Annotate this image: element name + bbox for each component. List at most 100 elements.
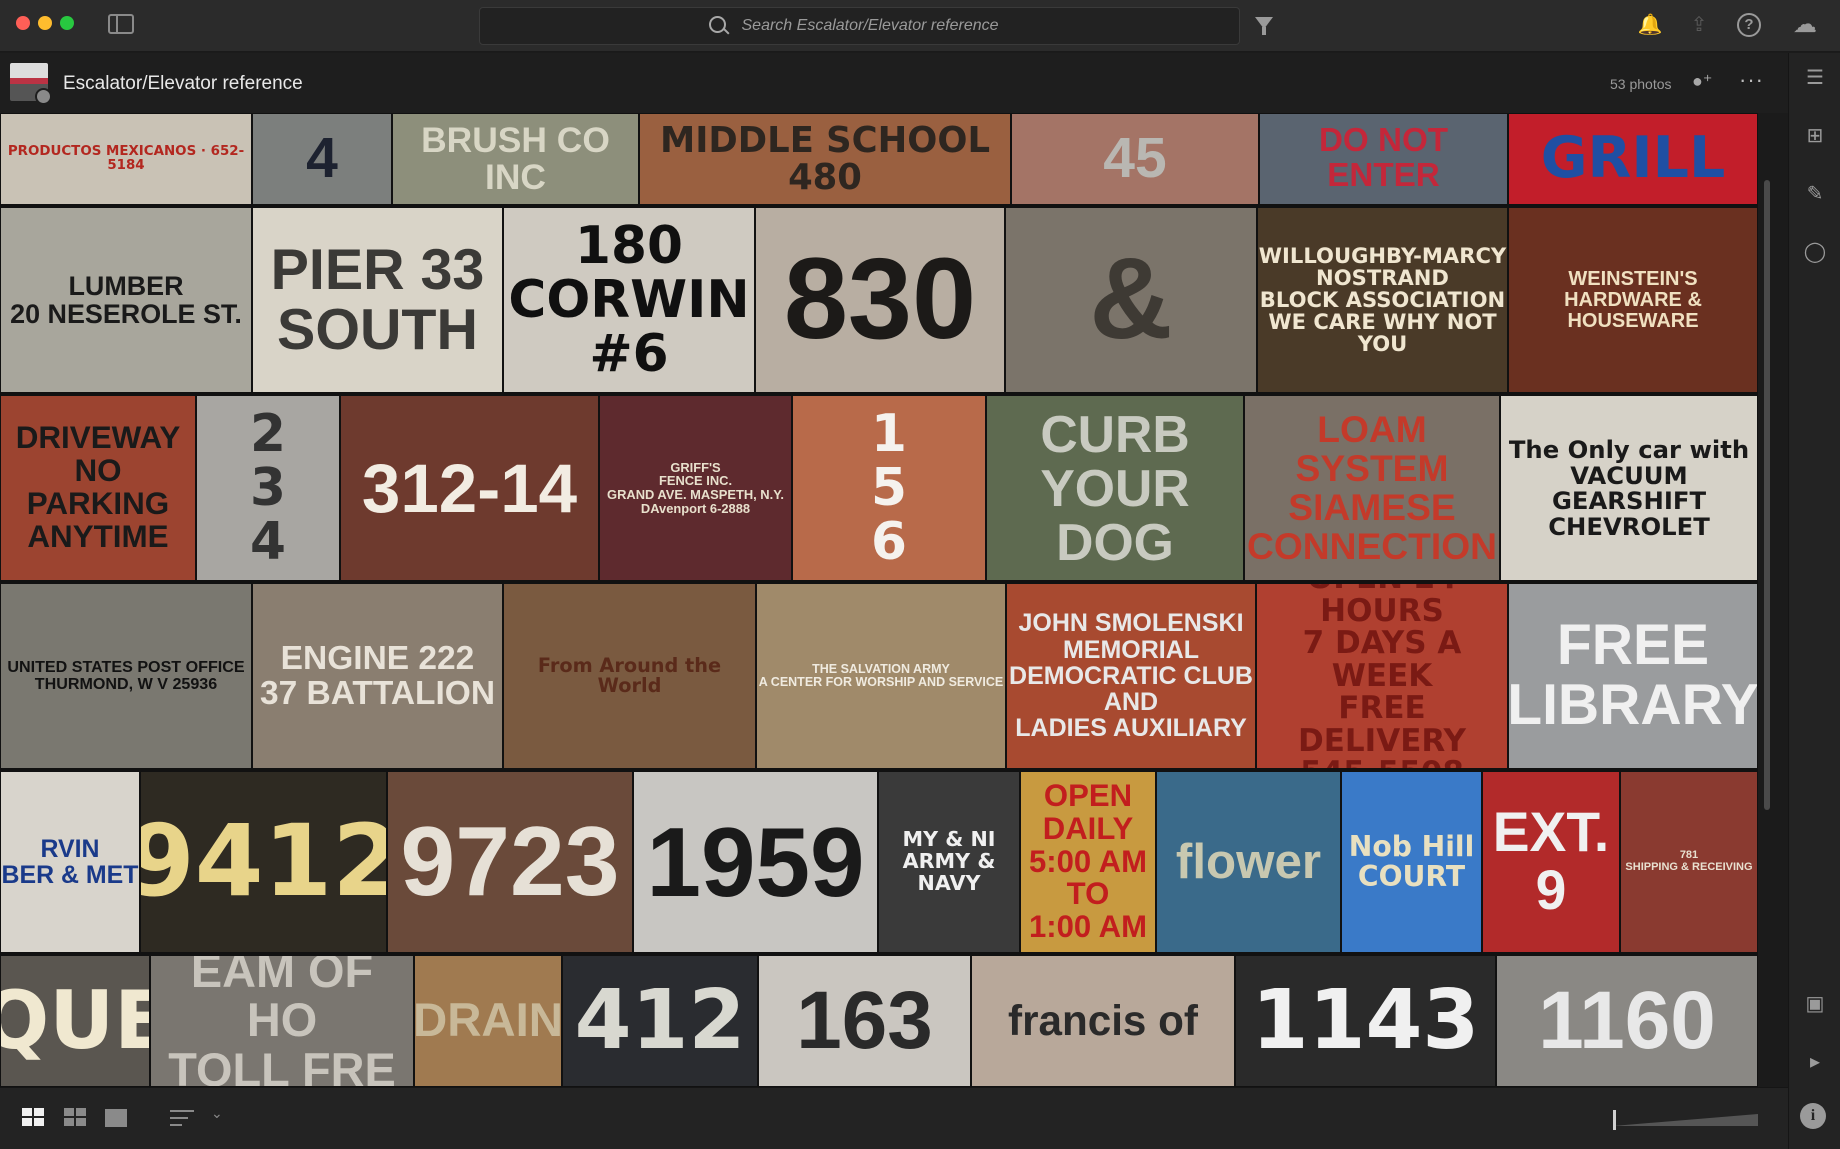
photo-sign-text: 1160 [1538, 975, 1716, 1067]
slider-thumb[interactable] [1613, 1110, 1616, 1130]
chevron-down-icon[interactable]: ⌄ [211, 1105, 223, 1122]
photo-thumbnail[interactable]: 781 SHIPPING & RECEIVING [1620, 771, 1758, 953]
photo-sign-text: WEINSTEIN'S HARDWARE & HOUSEWARE [1564, 267, 1702, 332]
photo-thumbnail[interactable]: & [1005, 207, 1257, 393]
people-icon[interactable]: ●⁺ [1692, 71, 1714, 93]
window-close-button[interactable] [16, 16, 30, 30]
photo-thumbnail[interactable]: GRIFF'S FENCE INC. GRAND AVE. MASPETH, N… [599, 395, 792, 581]
photo-thumbnail[interactable]: RVIN BER & MET [0, 771, 140, 953]
more-options-icon[interactable]: ··· [1739, 67, 1764, 93]
masking-icon[interactable]: ◯ [1802, 239, 1828, 265]
window-maximize-button[interactable] [60, 16, 74, 30]
photo-sign-text: The Only car with VACUUM GEARSHIFT CHEVR… [1508, 435, 1750, 541]
photo-sign-text: 9723 [400, 806, 620, 917]
photo-sign-text: OPEN 24 HOURS 7 DAYS A WEEK FREE DELIVER… [1298, 584, 1466, 768]
photo-thumbnail[interactable]: 163 [758, 955, 971, 1087]
photo-thumbnail[interactable]: THE SALVATION ARMY A CENTER FOR WORSHIP … [756, 583, 1006, 769]
photo-thumbnail[interactable]: The Only car with VACUUM GEARSHIFT CHEVR… [1500, 395, 1758, 581]
grid-large-view-icon[interactable] [64, 1108, 88, 1128]
photo-thumbnail[interactable]: PIER 33 SOUTH [252, 207, 503, 393]
photo-thumbnail[interactable]: OPEN DAILY 5:00 AM TO 1:00 AM [1020, 771, 1156, 953]
photo-thumbnail[interactable]: francis of [971, 955, 1235, 1087]
photo-sign-text: THE SALVATION ARMY A CENTER FOR WORSHIP … [758, 661, 1004, 689]
photo-thumbnail[interactable]: 45 [1011, 113, 1259, 205]
photo-thumbnail[interactable]: 2 3 4 [196, 395, 340, 581]
photo-thumbnail[interactable]: DRIVEWAY NO PARKING ANYTIME [0, 395, 196, 581]
photo-sign-text: PIER 33 SOUTH [270, 237, 485, 362]
photo-thumbnail[interactable]: ENGINE 222 37 BATTALION [252, 583, 503, 769]
photo-thumbnail[interactable]: UNITED STATES POST OFFICE THURMOND, W V … [0, 583, 252, 769]
photo-thumbnail[interactable]: EXT. 9 [1482, 771, 1620, 953]
photo-thumbnail[interactable]: From Around the World [503, 583, 756, 769]
photo-thumbnail[interactable]: WEINSTEIN'S HARDWARE & HOUSEWARE [1508, 207, 1758, 393]
photo-thumbnail[interactable]: JOHN SMOLENSKI MEMORIAL DEMOCRATIC CLUB … [1006, 583, 1256, 769]
photo-sign-text: & [1089, 235, 1173, 364]
photo-sign-text: FREE LIBRARY [1508, 613, 1758, 737]
photo-thumbnail[interactable]: PRODUCTOS MEXICANOS · 652-5184 [0, 113, 252, 205]
photo-thumbnail[interactable]: MIDDLE SCHOOL 480 [639, 113, 1011, 205]
info-icon[interactable]: i [1800, 1103, 1826, 1129]
photo-sign-text: 1959 [646, 806, 865, 917]
photo-thumbnail[interactable]: DO NOT ENTER [1259, 113, 1508, 205]
photo-sign-text: QUE [1, 974, 149, 1067]
search-bar[interactable] [479, 7, 1240, 45]
photo-thumbnail[interactable]: 4 [252, 113, 392, 205]
photo-sign-text: 1143 [1251, 973, 1480, 1069]
photo-thumbnail[interactable]: GRILL [1508, 113, 1758, 205]
healing-icon[interactable]: ✎ [1802, 181, 1828, 207]
photo-thumbnail[interactable]: LOAM SYSTEM SIAMESE CONNECTION [1244, 395, 1500, 581]
comment-icon[interactable]: ▣ [1802, 991, 1828, 1017]
photo-thumbnail[interactable]: CURB YOUR DOG [986, 395, 1244, 581]
window-minimize-button[interactable] [38, 16, 52, 30]
edit-sliders-icon[interactable]: ☰ [1802, 65, 1828, 91]
photo-sign-text: MY & NI ARMY & NAVY [902, 827, 996, 895]
photo-thumbnail[interactable]: DRAIN [414, 955, 562, 1087]
photo-thumbnail[interactable]: LUMBER 20 NESEROLE ST. [0, 207, 252, 393]
photo-thumbnail[interactable]: Nob Hill COURT [1341, 771, 1482, 953]
bell-icon[interactable]: 🔔 [1637, 12, 1663, 38]
album-cover-thumbnail[interactable] [10, 63, 52, 105]
photo-sign-text: LOAM SYSTEM SIAMESE CONNECTION [1247, 407, 1497, 568]
photo-thumbnail[interactable]: MY & NI ARMY & NAVY [878, 771, 1020, 953]
photo-sign-text: From Around the World [537, 653, 722, 697]
sidebar-toggle-icon[interactable] [108, 14, 134, 34]
photo-sign-text: 781 SHIPPING & RECEIVING [1625, 849, 1753, 873]
search-input[interactable] [741, 17, 1012, 35]
crop-icon[interactable]: ⊞ [1802, 123, 1828, 149]
tag-icon[interactable]: ▸ [1802, 1049, 1828, 1075]
photo-sign-text: francis of [1008, 996, 1198, 1044]
photo-sign-text: DRAIN [414, 994, 562, 1048]
photo-sign-text: MIDDLE SCHOOL 480 [660, 119, 990, 198]
share-icon[interactable]: ⇪ [1686, 12, 1712, 38]
cloud-icon[interactable]: ☁ [1788, 12, 1822, 38]
photo-thumbnail[interactable]: 1143 [1235, 955, 1496, 1087]
photo-thumbnail[interactable]: WILLOUGHBY-MARCY NOSTRAND BLOCK ASSOCIAT… [1257, 207, 1508, 393]
filter-icon[interactable] [1255, 17, 1273, 35]
photo-thumbnail[interactable]: 9412 [140, 771, 387, 953]
photo-sign-text: DRIVEWAY NO PARKING ANYTIME [15, 420, 181, 554]
title-bar: 🔔 ⇪ ? ☁ [0, 0, 1840, 52]
grid-scrollbar[interactable] [1764, 180, 1770, 810]
photo-thumbnail[interactable]: QUE [0, 955, 150, 1087]
grid-small-view-icon[interactable] [22, 1108, 46, 1128]
photo-thumbnail[interactable]: FREE LIBRARY [1508, 583, 1758, 769]
photo-thumbnail[interactable]: 1 5 6 [792, 395, 986, 581]
sort-icon[interactable] [170, 1108, 194, 1128]
photo-thumbnail[interactable]: 1160 [1496, 955, 1758, 1087]
photo-thumbnail[interactable]: 180 CORWIN #6 [503, 207, 755, 393]
photo-thumbnail[interactable]: 9723 [387, 771, 633, 953]
help-icon[interactable]: ? [1737, 13, 1761, 37]
right-panel-rail: ☰ ⊞ ✎ ◯ ▣ ▸ [1788, 53, 1840, 1149]
slider-track [1613, 1114, 1758, 1126]
photo-thumbnail[interactable]: 412 [562, 955, 758, 1087]
single-view-icon[interactable] [105, 1109, 127, 1127]
photo-thumbnail[interactable]: 830 [755, 207, 1005, 393]
photo-thumbnail[interactable]: 1959 [633, 771, 878, 953]
photo-thumbnail[interactable]: BRUSH CO INC [392, 113, 639, 205]
photo-sign-text: RVIN BER & MET [1, 834, 139, 889]
photo-thumbnail[interactable]: OPEN 24 HOURS 7 DAYS A WEEK FREE DELIVER… [1256, 583, 1508, 769]
photo-thumbnail[interactable]: EAM OF HO TOLL FRE [150, 955, 414, 1087]
photo-thumbnail[interactable]: flower [1156, 771, 1341, 953]
thumbnail-size-slider[interactable] [1613, 1110, 1758, 1130]
photo-thumbnail[interactable]: 312-14 [340, 395, 599, 581]
